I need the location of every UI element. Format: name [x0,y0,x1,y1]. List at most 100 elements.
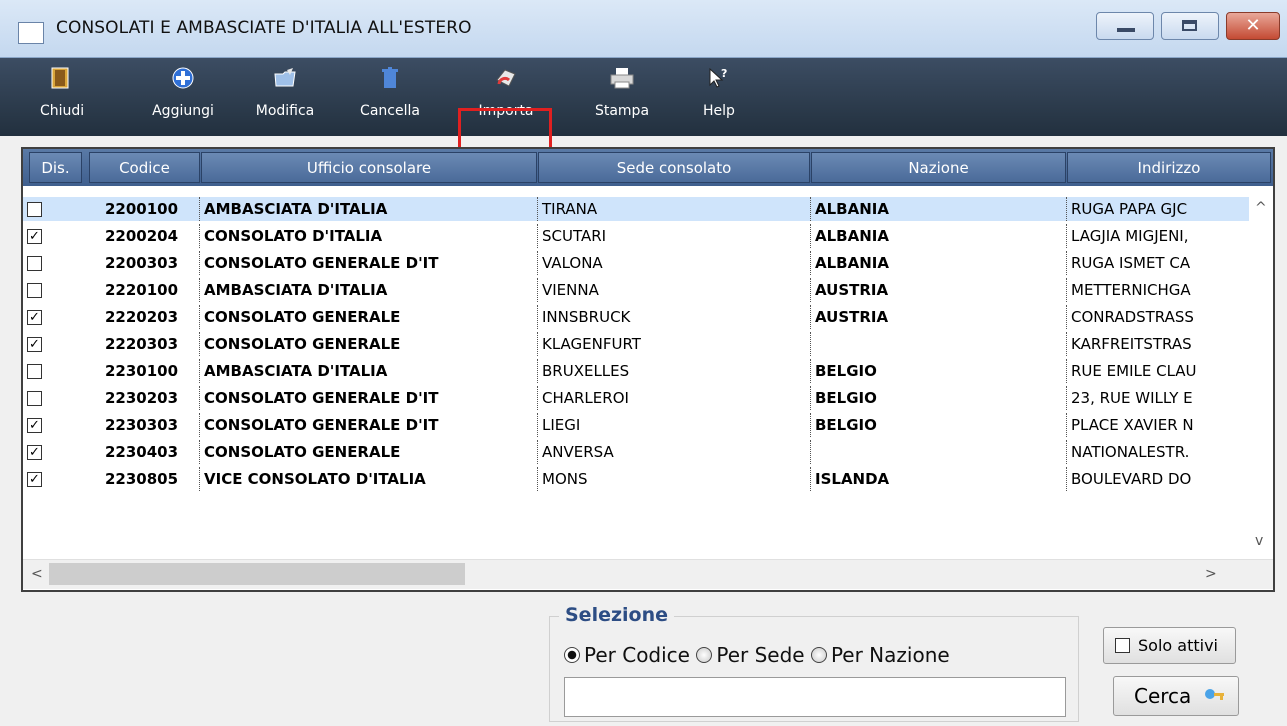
ufficio-cell: CONSOLATO GENERALE [199,440,537,464]
window-title: CONSOLATI E AMBASCIATE D'ITALIA ALL'ESTE… [56,18,472,38]
indirizzo-cell: RUE EMILE CLAU [1066,359,1248,383]
svg-text:?: ? [721,67,727,80]
radio-per-nazione[interactable]: Per Nazione [810,643,950,667]
dis-cell [23,386,85,410]
cancella-button[interactable]: Cancella [350,58,430,136]
checkbox-checked-icon[interactable]: ✓ [27,418,42,433]
checkbox-checked-icon[interactable]: ✓ [27,472,42,487]
horizontal-scrollbar[interactable]: < > [23,559,1273,589]
modifica-button[interactable]: Modifica [244,58,326,136]
checkbox-icon[interactable] [27,256,42,271]
add-icon [172,67,194,89]
edit-folder-icon [274,68,296,87]
table-row[interactable]: 2230100 AMBASCIATA D'ITALIA BRUXELLES BELGI… [23,359,1273,383]
vertical-scrollbar[interactable]: ^ v [1249,197,1273,563]
table-row[interactable]: ✓ 2200204 CONSOLATO D'ITALIA SCUTARI ALBANIA… [23,224,1273,248]
minimize-button[interactable] [1096,12,1154,40]
table-row[interactable]: 2200303 CONSOLATO GENERALE D'IT VALONA ALBA… [23,251,1273,275]
nazione-cell: BELGIO [810,386,1066,410]
consolati-table: Dis. Codice Ufficio consolare Sede conso… [21,147,1275,592]
sede-cell: VIENNA [537,278,810,302]
column-header-dis[interactable]: Dis. [29,152,82,183]
maximize-icon [1182,20,1197,31]
stampa-label: Stampa [594,103,650,119]
scroll-right-icon[interactable]: > [1205,566,1217,582]
checkbox-icon[interactable] [27,391,42,406]
indirizzo-cell: CONRADSTRASS [1066,305,1248,329]
close-window-button[interactable]: ✕ [1226,12,1280,40]
checkbox-checked-icon[interactable]: ✓ [27,310,42,325]
aggiungi-button[interactable]: Aggiungi [142,58,224,136]
nazione-cell: ALBANIA [810,251,1066,275]
stampa-button[interactable]: Stampa [580,58,664,136]
cerca-button[interactable]: Cerca [1113,676,1239,716]
nazione-cell [810,332,1066,356]
column-header-nazione[interactable]: Nazione [811,152,1066,183]
ufficio-cell: CONSOLATO GENERALE [199,332,537,356]
horizontal-scroll-thumb[interactable] [49,563,465,585]
column-header-sede[interactable]: Sede consolato [538,152,810,183]
checkbox-icon[interactable] [27,283,42,298]
sede-cell: ANVERSA [537,440,810,464]
help-button[interactable]: ? Help [694,58,744,136]
chiudi-button[interactable]: Chiudi [40,58,84,136]
scroll-up-icon[interactable]: ^ [1255,200,1267,216]
import-icon [496,69,516,87]
checkbox-icon [1115,638,1130,653]
radio-selected-icon [564,647,580,663]
codice-cell: 2230403 [105,443,179,461]
radio-per-codice[interactable]: Per Codice [564,643,690,667]
ufficio-cell: AMBASCIATA D'ITALIA [199,197,537,221]
dis-cell [23,197,85,221]
solo-attivi-checkbox[interactable]: Solo attivi [1103,627,1236,664]
scroll-left-icon[interactable]: < [31,566,43,582]
codice-cell: 2220100 [105,281,179,299]
maximize-button[interactable] [1161,12,1219,40]
indirizzo-cell: 23, RUE WILLY E [1066,386,1248,410]
ufficio-cell: AMBASCIATA D'ITALIA [199,359,537,383]
nazione-cell: ALBANIA [810,224,1066,248]
toolbar: Chiudi Aggiungi Modifica Cancella Import… [0,58,1287,190]
app-icon [18,22,44,44]
nazione-cell: ISLANDA [810,467,1066,491]
column-header-ufficio[interactable]: Ufficio consolare [201,152,537,183]
checkbox-icon[interactable] [27,202,42,217]
checkbox-icon[interactable] [27,364,42,379]
checkbox-checked-icon[interactable]: ✓ [27,229,42,244]
dis-cell: ✓ [23,440,85,464]
table-row[interactable]: 2230203 CONSOLATO GENERALE D'IT CHARLEROI B… [23,386,1273,410]
scroll-down-icon[interactable]: v [1255,533,1263,549]
table-row[interactable]: ✓ 2230403 CONSOLATO GENERALE ANVERSA NATIONA… [23,440,1273,464]
table-row[interactable]: 2200100 AMBASCIATA D'ITALIA TIRANA ALBANIA R… [23,197,1273,221]
column-header-indirizzo[interactable]: Indirizzo [1067,152,1271,183]
table-row[interactable]: ✓ 2230303 CONSOLATO GENERALE D'IT LIEGI BELG… [23,413,1273,437]
indirizzo-cell: RUGA PAPA GJC [1066,197,1248,221]
table-row[interactable]: ✓ 2220203 CONSOLATO GENERALE INNSBRUCK AUSTR… [23,305,1273,329]
table-row[interactable]: ✓ 2220303 CONSOLATO GENERALE KLAGENFURT KARF… [23,332,1273,356]
table-row[interactable]: ✓ 2230805 VICE CONSOLATO D'ITALIA MONS ISLAN… [23,467,1273,491]
nazione-cell: AUSTRIA [810,278,1066,302]
sede-cell: KLAGENFURT [537,332,810,356]
indirizzo-cell: METTERNICHGA [1066,278,1248,302]
dis-cell: ✓ [23,413,85,437]
codice-cell: 2200303 [105,254,179,272]
dis-cell: ✓ [23,332,85,356]
radio-per-sede[interactable]: Per Sede [696,643,805,667]
column-header-codice[interactable]: Codice [89,152,200,183]
radio-icon [696,647,713,663]
nazione-cell [810,440,1066,464]
search-input[interactable] [564,677,1066,717]
nazione-cell: ALBANIA [810,197,1066,221]
codice-cell: 2200100 [105,200,179,218]
door-icon [51,67,69,89]
table-row[interactable]: 2220100 AMBASCIATA D'ITALIA VIENNA AUSTRIA M… [23,278,1273,302]
checkbox-checked-icon[interactable]: ✓ [27,337,42,352]
table-header: Dis. Codice Ufficio consolare Sede conso… [23,149,1273,186]
ufficio-cell: AMBASCIATA D'ITALIA [199,278,537,302]
sede-cell: BRUXELLES [537,359,810,383]
ufficio-cell: CONSOLATO GENERALE [199,305,537,329]
ufficio-cell: CONSOLATO GENERALE D'IT [199,386,537,410]
codice-cell: 2230303 [105,416,179,434]
codice-cell: 2230805 [105,470,179,488]
checkbox-checked-icon[interactable]: ✓ [27,445,42,460]
